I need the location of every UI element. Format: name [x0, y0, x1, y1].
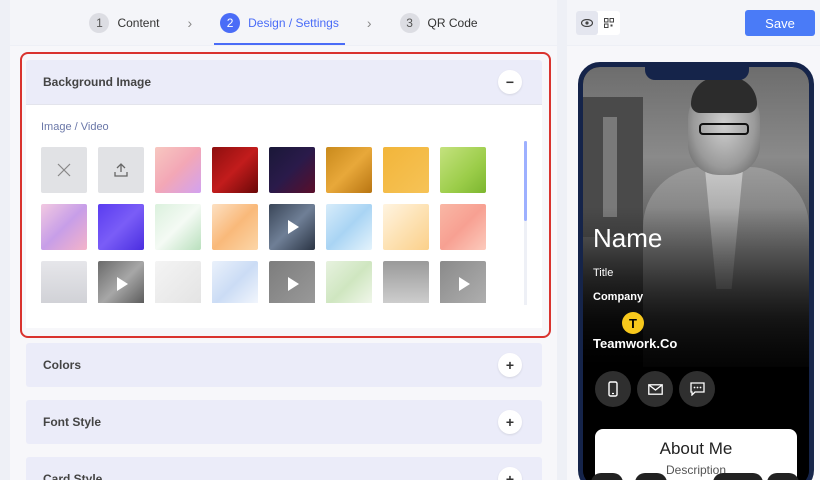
action-button[interactable]	[591, 473, 623, 480]
section-colors[interactable]: Colors +	[26, 343, 542, 387]
view-toggle	[576, 11, 620, 35]
phone-preview: Name Title Company T Teamwork.Co About M…	[578, 62, 814, 480]
chat-icon[interactable]	[679, 371, 715, 407]
phone-icon[interactable]	[595, 371, 631, 407]
company-brand: Teamwork.Co	[593, 336, 678, 351]
stepper: 1 Content › 2 Design / Settings › 3 QR C…	[10, 0, 557, 45]
section-title: Colors	[43, 358, 82, 372]
action-button[interactable]	[713, 473, 763, 480]
step-label: Content	[117, 15, 160, 30]
company-logo: T	[622, 312, 644, 334]
preview-toolbar: Save	[567, 0, 820, 45]
action-button[interactable]	[767, 473, 799, 480]
person-hair	[691, 77, 757, 113]
card-title: Title	[593, 267, 614, 279]
action-button[interactable]	[635, 473, 667, 480]
save-button[interactable]: Save	[745, 10, 815, 36]
step-label: Design / Settings	[248, 15, 339, 30]
step-content[interactable]: 1 Content	[83, 0, 165, 45]
section-header[interactable]: Font Style +	[26, 400, 542, 444]
step-design-settings[interactable]: 2 Design / Settings	[214, 0, 345, 45]
step-number: 3	[399, 12, 420, 33]
section-title: Font Style	[43, 415, 102, 429]
mail-icon[interactable]	[637, 371, 673, 407]
section-title: Card Style	[43, 472, 103, 480]
card-name: Name	[593, 223, 663, 253]
glasses-icon	[699, 123, 749, 135]
chevron-right-icon: ›	[366, 14, 372, 31]
expand-button[interactable]: +	[498, 467, 522, 480]
selection-highlight	[20, 52, 551, 338]
qr-icon[interactable]	[598, 11, 620, 35]
card-company: Company	[593, 291, 644, 303]
chevron-right-icon: ›	[187, 14, 193, 31]
phone-notch	[645, 67, 749, 80]
expand-button[interactable]: +	[498, 353, 522, 377]
section-font-style[interactable]: Font Style +	[26, 400, 542, 444]
contact-icons	[595, 371, 715, 407]
step-number: 2	[220, 12, 241, 33]
section-card-style[interactable]: Card Style +	[26, 457, 542, 480]
about-title: About Me	[659, 439, 733, 458]
expand-button[interactable]: +	[498, 410, 522, 434]
section-header[interactable]: Card Style +	[26, 457, 542, 480]
about-card: About Me Description	[591, 429, 799, 480]
about-actions	[591, 469, 799, 480]
building-shape	[603, 117, 617, 217]
step-number: 1	[89, 12, 110, 33]
step-qr-code[interactable]: 3 QR Code	[394, 0, 484, 45]
section-header[interactable]: Colors +	[26, 343, 542, 387]
step-label: QR Code	[427, 15, 478, 30]
eye-icon[interactable]	[576, 11, 598, 35]
